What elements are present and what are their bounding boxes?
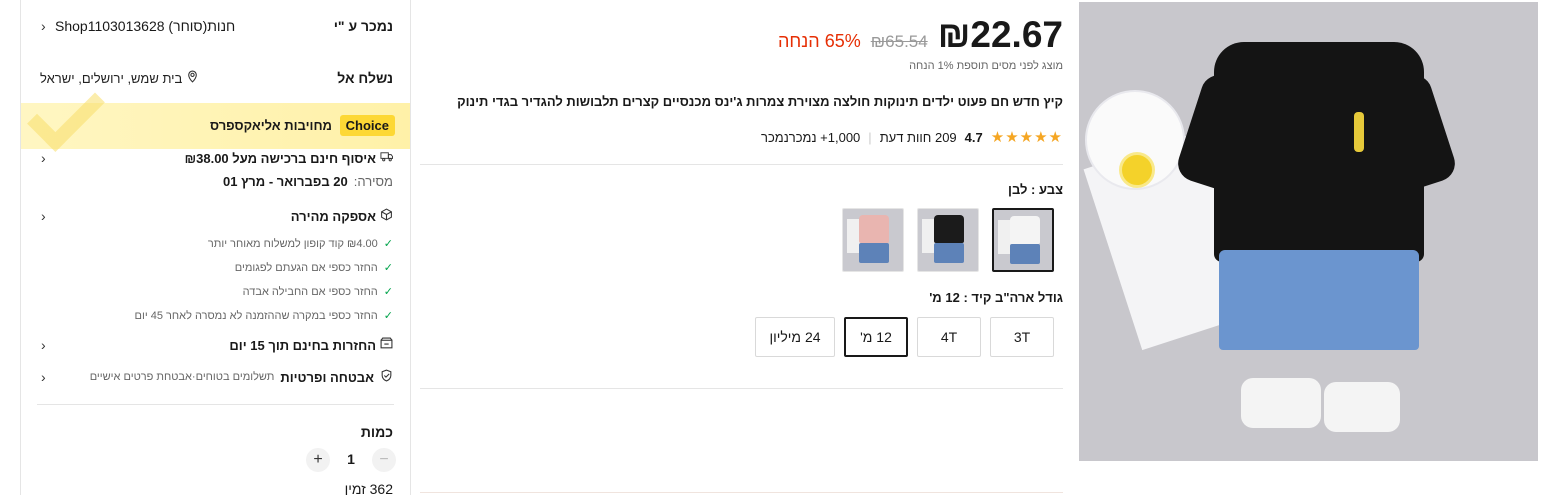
thumb-shorts [934,243,964,263]
security-text: תשלומים בטוחים·אבטחת פרטים אישיים [89,371,275,383]
product-main-image[interactable] [1079,2,1538,461]
shield-icon [380,369,393,385]
image-lemon [1119,152,1155,188]
discount-badge: 65% הנחה [778,31,861,51]
current-price: ₪22.67 [938,14,1063,56]
color-option-black[interactable] [917,208,979,272]
color-options [842,208,1054,272]
list-item: ✓ ₪4.00 קוד קופון למשלוח מאוחר יותר [73,232,393,256]
color-label: צבע : לבן [1008,182,1063,197]
choice-commitment-text: מחויבות אליאקספרס [210,118,332,133]
tax-note: מוצג לפני מסים תוספת 1% הנחה [909,60,1063,72]
fast-shipping-row[interactable]: › אספקה מהירה [21,208,410,226]
rating-value: 4.7 [964,129,983,145]
ship-to-location[interactable]: בית שמש, ירושלים, ישראל [40,70,199,86]
image-shirt [1214,42,1424,262]
quantity-increase-button[interactable]: + [306,448,330,472]
thumb-shorts [1010,244,1040,264]
free-pickup-text: איסוף חינם ברכישה מעל ₪38.00 [184,150,376,166]
current-price-text: ₪22.67 [937,14,1063,55]
guarantee-text: החזר כספי אם החבילה אבדה [242,286,378,298]
quantity-label: כמות [360,424,393,440]
list-item: ✓ החזר כספי במקרה שההזמנה לא נמסרה לאחר … [73,304,394,328]
choice-badge: Choice [339,115,395,136]
check-icon: ✓ [383,238,393,250]
chevron-right-icon[interactable]: › [41,369,46,385]
divider [420,388,1063,389]
thumb-shirt [859,215,889,243]
image-giraffe-print [1354,112,1364,152]
fast-shipping: אספקה מהירה [291,208,393,224]
image-shoe-right [1324,382,1400,432]
image-shoe-left [1241,378,1321,428]
truck-icon [380,150,393,166]
chevron-right-icon[interactable]: › [41,337,46,353]
quantity-value[interactable]: 1 [344,451,358,467]
ship-to-label: נשלח אל [337,70,393,86]
delivery-label: מסירה: [353,174,393,189]
security-title: אבטחה ופרטיות [280,369,374,385]
divider [420,164,1063,165]
size-option-12m[interactable]: 12 מ' [844,317,908,357]
delivery-sidebar: › Shop1103013628 חנות(סוחר) נמכר ע "י בי… [20,0,411,495]
security-privacy: אבטחה ופרטיות תשלומים בטוחים·אבטחת פרטים… [90,369,393,385]
free-returns-row[interactable]: › החזרות בחינם תוך 15 יום [21,337,410,355]
thumb-shirt [934,215,964,243]
divider [420,492,1063,493]
free-returns-text: החזרות בחינם תוך 15 יום [229,337,376,353]
thumb-shorts [859,243,889,263]
divider [37,404,394,405]
box-icon [380,208,393,224]
size-option-3t[interactable]: 3T [990,317,1054,357]
guarantee-list: ✓ ₪4.00 קוד קופון למשלוח מאוחר יותר ✓ הח… [73,232,394,328]
list-item: ✓ החזר כספי אם הגעתם לפגומים [73,256,393,280]
return-box-icon [380,337,393,353]
chevron-right-icon[interactable]: › [41,150,46,166]
sold-by-row[interactable]: › Shop1103013628 חנות(סוחר) נמכר ע "י [21,18,410,38]
store-name-link[interactable]: Shop1103013628 חנות(סוחר) [55,18,235,34]
quantity-stepper[interactable]: + 1 − [306,448,396,472]
location-pin-icon [186,70,199,86]
guarantee-text: החזר כספי אם הגעתם לפגומים [234,262,378,274]
size-options: 3T 4T 12 מ' 24 מיליון [755,317,1054,357]
delivery-row: מסירה: 20 בפברואר - מרץ 01 [21,174,410,192]
size-option-4t[interactable]: 4T [917,317,981,357]
chevron-right-icon[interactable]: › [41,208,46,224]
price-row: ₪22.67 ₪65.54 65% הנחה [778,14,1063,58]
delivery-estimate: מסירה: 20 בפברואר - מרץ 01 [223,174,393,189]
free-pickup: איסוף חינם ברכישה מעל ₪38.00 [185,150,393,166]
ship-to-location-text: בית שמש, ירושלים, ישראל [40,70,183,86]
free-pickup-row[interactable]: › איסוף חינם ברכישה מעל ₪38.00 [21,150,410,168]
delivery-range: 20 בפברואר - מרץ 01 [223,174,348,189]
thumb-shirt [1010,216,1040,244]
image-shorts [1219,250,1419,350]
quantity-decrease-button[interactable]: − [372,448,396,472]
size-option-24m[interactable]: 24 מיליון [755,317,835,357]
color-option-pink[interactable] [842,208,904,272]
list-item: ✓ החזר כספי אם החבילה אבדה [73,280,393,304]
guarantee-text: החזר כספי במקרה שההזמנה לא נמסרה לאחר 45… [134,310,378,322]
security-privacy-row[interactable]: › אבטחה ופרטיות תשלומים בטוחים·אבטחת פרט… [21,369,410,387]
check-icon: ✓ [383,262,393,274]
stock-available: 362 זמין [344,481,393,495]
product-title: קיץ חדש חם פעוט ילדים תינוקות חולצה מצוי… [457,94,1063,109]
check-icon: ✓ [383,310,393,322]
guarantee-text: ₪4.00 קוד קופון למשלוח מאוחר יותר [207,238,378,250]
reviews-count[interactable]: 209 חוות דעת [880,130,957,145]
star-rating-icon: ★★★★★ [990,129,1063,146]
original-price: ₪65.54 [870,32,928,51]
product-info: ₪22.67 ₪65.54 65% הנחה מוצג לפני מסים תו… [420,0,1063,495]
separator: | [868,129,872,145]
choice-banner: מחויבות אליאקספרס Choice [21,74,410,152]
rating-row[interactable]: ★★★★★ 4.7 209 חוות דעת | 1,000+ נמכרנמכר [761,128,1063,146]
size-label: גודל ארה"ב קיד : 12 מ' [929,290,1063,305]
chevron-right-icon[interactable]: › [41,18,46,34]
fast-shipping-text: אספקה מהירה [290,208,376,224]
sold-count: 1,000+ נמכרנמכר [761,129,861,145]
free-returns: החזרות בחינם תוך 15 יום [229,337,393,353]
color-option-white[interactable] [992,208,1054,272]
check-icon: ✓ [383,286,393,298]
sold-by-label: נמכר ע "י [333,18,393,34]
